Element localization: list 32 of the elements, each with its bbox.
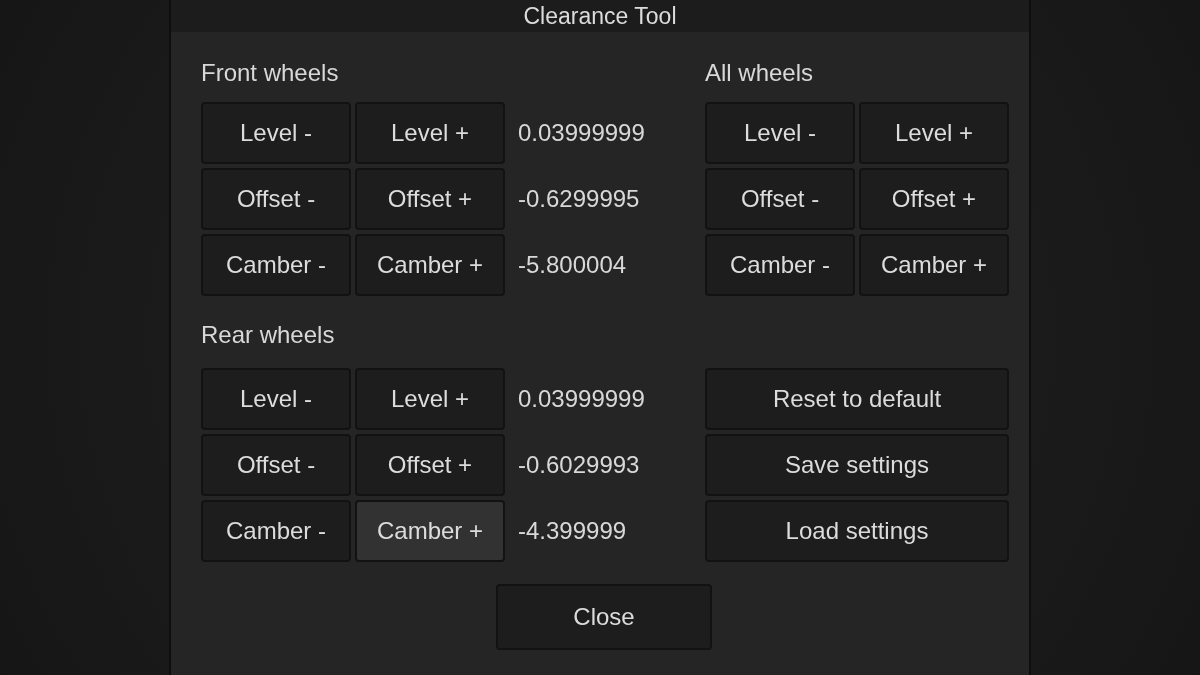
value-readout: -4.399999 [518,516,627,546]
control-button[interactable]: Camber - [201,500,351,562]
section-heading: Rear wheels [201,320,336,350]
window-title: Clearance Tool [523,1,677,31]
control-button[interactable]: Offset - [201,168,351,230]
control-button[interactable]: Offset + [355,434,505,496]
control-button[interactable]: Level + [355,102,505,164]
control-button[interactable]: Camber + [355,234,505,296]
control-button[interactable]: Offset + [355,168,505,230]
control-button[interactable]: Offset - [705,168,855,230]
control-button[interactable]: Level - [201,368,351,430]
control-button[interactable]: Camber - [705,234,855,296]
control-button[interactable]: Save settings [705,434,1009,496]
value-readout: -0.6029993 [518,450,640,480]
control-button[interactable]: Level - [705,102,855,164]
value-readout: 0.03999999 [518,384,645,414]
value-readout: -0.6299995 [518,184,640,214]
control-button[interactable]: Reset to default [705,368,1009,430]
control-button[interactable]: Load settings [705,500,1009,562]
control-button[interactable]: Offset + [859,168,1009,230]
section-heading: All wheels [705,58,815,88]
control-button[interactable]: Camber + [859,234,1009,296]
value-readout: 0.03999999 [518,118,645,148]
section-heading: Front wheels [201,58,340,88]
control-button[interactable]: Camber + [355,500,505,562]
control-button[interactable]: Offset - [201,434,351,496]
control-button[interactable]: Level + [355,368,505,430]
control-button[interactable]: Camber - [201,234,351,296]
control-button[interactable]: Level + [859,102,1009,164]
control-button[interactable]: Level - [201,102,351,164]
close-button[interactable]: Close [496,584,712,650]
value-readout: -5.800004 [518,250,627,280]
